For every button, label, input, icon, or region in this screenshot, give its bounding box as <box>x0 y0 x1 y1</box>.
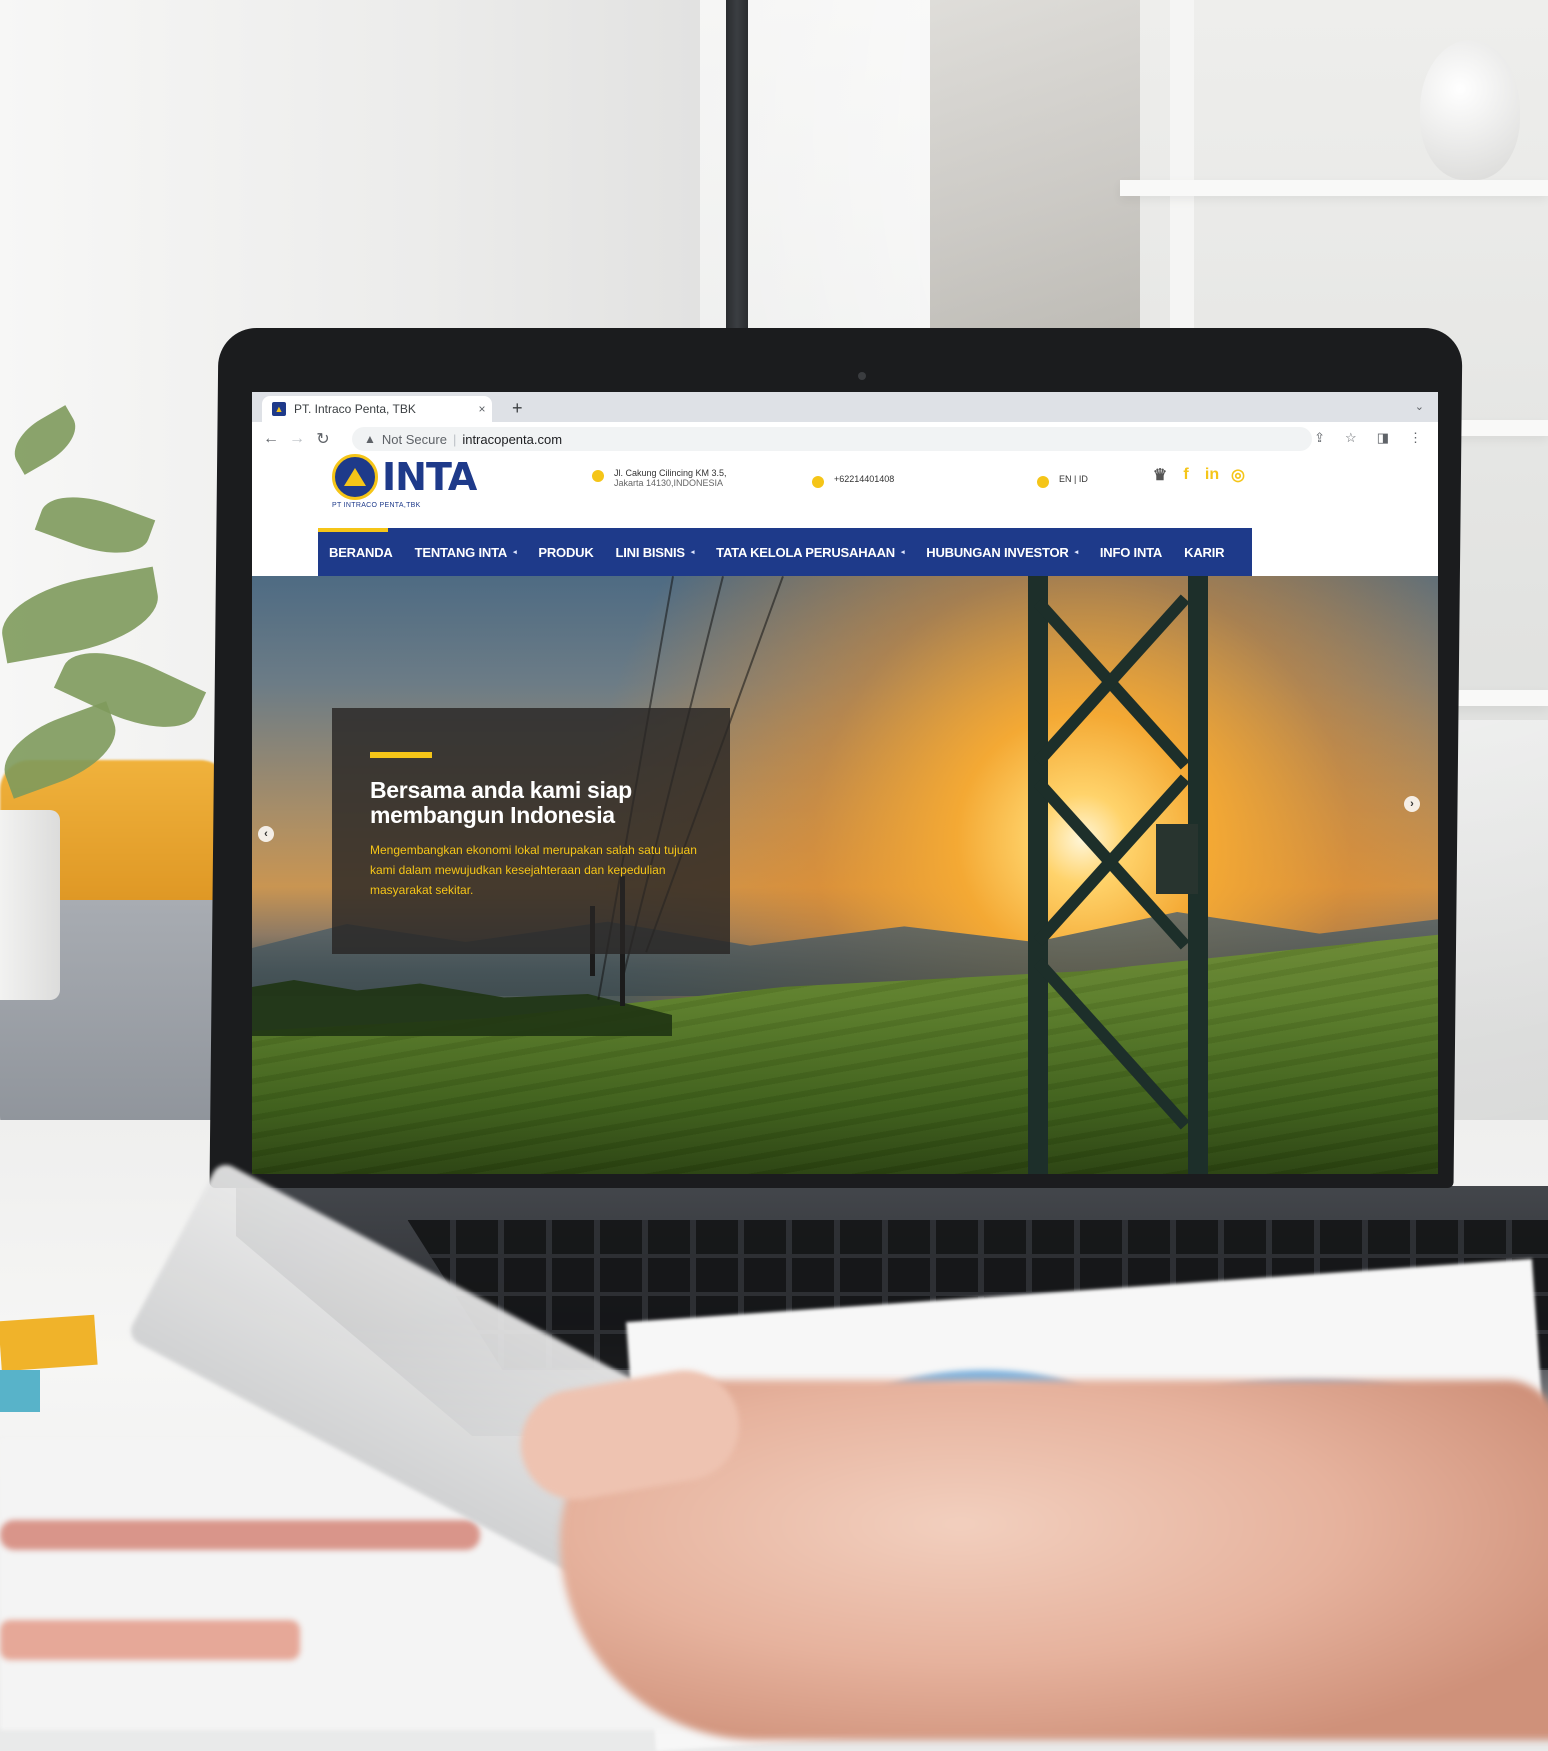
forward-icon[interactable]: → <box>284 430 310 448</box>
nav-item-beranda[interactable]: BERANDA <box>318 528 404 576</box>
tab-strip: ▲ PT. Intraco Penta, TBK × + ⌄ <box>252 392 1438 422</box>
nav-item-tentang-inta[interactable]: TENTANG INTA ◂ <box>404 528 528 576</box>
nav-item-karir[interactable]: KARIR <box>1173 528 1235 576</box>
toolbar-icons: ⇪ ☆ ◨ ⋮ <box>1314 430 1422 446</box>
logo-text: INTA <box>382 455 477 499</box>
accent-bar <box>370 752 432 758</box>
nav-label: PRODUK <box>538 544 594 560</box>
tab-title: PT. Intraco Penta, TBK <box>294 402 416 416</box>
browser-tab[interactable]: ▲ PT. Intraco Penta, TBK × <box>262 396 492 422</box>
hero-caption-card: Bersama anda kami siap membangun Indones… <box>332 708 730 954</box>
address-line-2: Jakarta 14130,INDONESIA <box>614 478 724 488</box>
location-icon <box>592 470 604 482</box>
chart-print <box>0 1620 300 1660</box>
sticky-note <box>0 1370 40 1412</box>
phone-icon <box>812 476 824 488</box>
nav-item-tata-kelola[interactable]: TATA KELOLA PERUSAHAAN ◂ <box>705 528 915 576</box>
nav-label: LINI BISNIS <box>615 544 686 560</box>
kebab-menu-icon[interactable]: ⋮ <box>1409 430 1422 446</box>
nav-label: KARIR <box>1184 544 1225 560</box>
slider-next-icon[interactable]: › <box>1404 796 1420 812</box>
address-bar[interactable]: ▲ Not Secure | intracopenta.com <box>352 427 1312 451</box>
nav-label: TENTANG INTA <box>414 544 508 560</box>
nav-label: BERANDA <box>329 544 393 560</box>
chevron-down-icon: ◂ <box>513 549 517 556</box>
award-icon[interactable]: ♛ <box>1152 466 1168 484</box>
site-logo[interactable]: INTA PT INTRACO PENTA,TBK <box>332 454 477 509</box>
logo-emblem-icon <box>332 454 378 500</box>
slider-prev-icon[interactable]: ‹ <box>258 826 274 842</box>
phone-number[interactable]: +62214401408 <box>834 474 894 484</box>
sticky-note <box>0 1314 98 1372</box>
hero-slider: Bersama anda kami siap membangun Indones… <box>252 576 1438 1174</box>
close-tab-icon[interactable]: × <box>472 402 492 416</box>
chevron-down-icon: ◂ <box>900 549 905 556</box>
power-pylon <box>1028 576 1228 1174</box>
plant-pot <box>0 810 60 1000</box>
pylon-leg <box>1028 576 1048 1174</box>
hero-text: Mengembangkan ekonomi lokal merupakan sa… <box>370 843 697 897</box>
share-icon[interactable]: ⇪ <box>1314 430 1325 446</box>
pylon-box <box>1156 824 1198 894</box>
chevron-down-icon: ◂ <box>1074 549 1079 556</box>
language-label[interactable]: EN | ID <box>1059 474 1088 484</box>
back-icon[interactable]: ← <box>258 430 284 448</box>
laptop-screen: ▲ PT. Intraco Penta, TBK × + ⌄ ← → ↻ ▲ N… <box>252 392 1438 1174</box>
header-phone[interactable]: +62214401408 <box>812 474 894 488</box>
chevron-down-icon: ◂ <box>690 549 695 556</box>
wall-decoration <box>930 0 1140 330</box>
main-navigation: BERANDA TENTANG INTA ◂ PRODUK LINI BISNI… <box>318 528 1252 576</box>
tab-search-icon[interactable]: ⌄ <box>1415 400 1424 413</box>
nav-label: INFO INTA <box>1099 544 1163 560</box>
new-tab-button[interactable]: + <box>512 398 523 419</box>
url-text[interactable]: intracopenta.com <box>462 432 562 447</box>
star-icon[interactable]: ☆ <box>1345 430 1357 446</box>
facebook-icon[interactable]: f <box>1178 466 1194 484</box>
chart-print <box>0 1520 480 1550</box>
language-switcher[interactable]: EN | ID <box>1037 474 1088 488</box>
shelf-board <box>1120 180 1548 196</box>
logo-subtitle: PT INTRACO PENTA,TBK <box>332 502 421 509</box>
reload-icon[interactable]: ↻ <box>310 429 336 449</box>
vase <box>1420 40 1520 180</box>
warning-icon[interactable]: ▲ <box>364 432 376 446</box>
nav-label: TATA KELOLA PERUSAHAAN <box>716 544 895 560</box>
globe-icon <box>1037 476 1049 488</box>
webcam <box>858 372 866 380</box>
pylon-brace <box>1033 957 1190 1130</box>
linkedin-icon[interactable]: in <box>1204 466 1220 484</box>
instagram-icon[interactable]: ◎ <box>1230 466 1246 484</box>
separator: | <box>452 431 457 447</box>
door-frame <box>726 0 748 340</box>
security-label[interactable]: Not Secure <box>382 432 447 447</box>
sidepanel-icon[interactable]: ◨ <box>1377 430 1389 446</box>
nav-item-lini-bisnis[interactable]: LINI BISNIS ◂ <box>605 528 706 576</box>
nav-item-hubungan-investor[interactable]: HUBUNGAN INVESTOR ◂ <box>915 528 1089 576</box>
nav-item-produk[interactable]: PRODUK <box>527 528 604 576</box>
social-links: ♛ f in ◎ <box>1152 466 1246 484</box>
hero-title: Bersama anda kami siap membangun Indones… <box>370 777 632 828</box>
browser-toolbar: ← → ↻ ▲ Not Secure | intracopenta.com ⇪ … <box>252 422 1438 457</box>
address-line-1: Jl. Cakung Cilincing KM 3.5, <box>614 468 727 478</box>
favicon-icon: ▲ <box>272 402 286 416</box>
nav-item-info-inta[interactable]: INFO INTA <box>1089 528 1173 576</box>
header-address: Jl. Cakung Cilincing KM 3.5, Jakarta 141… <box>592 468 782 488</box>
nav-label: HUBUNGAN INVESTOR <box>926 544 1069 560</box>
